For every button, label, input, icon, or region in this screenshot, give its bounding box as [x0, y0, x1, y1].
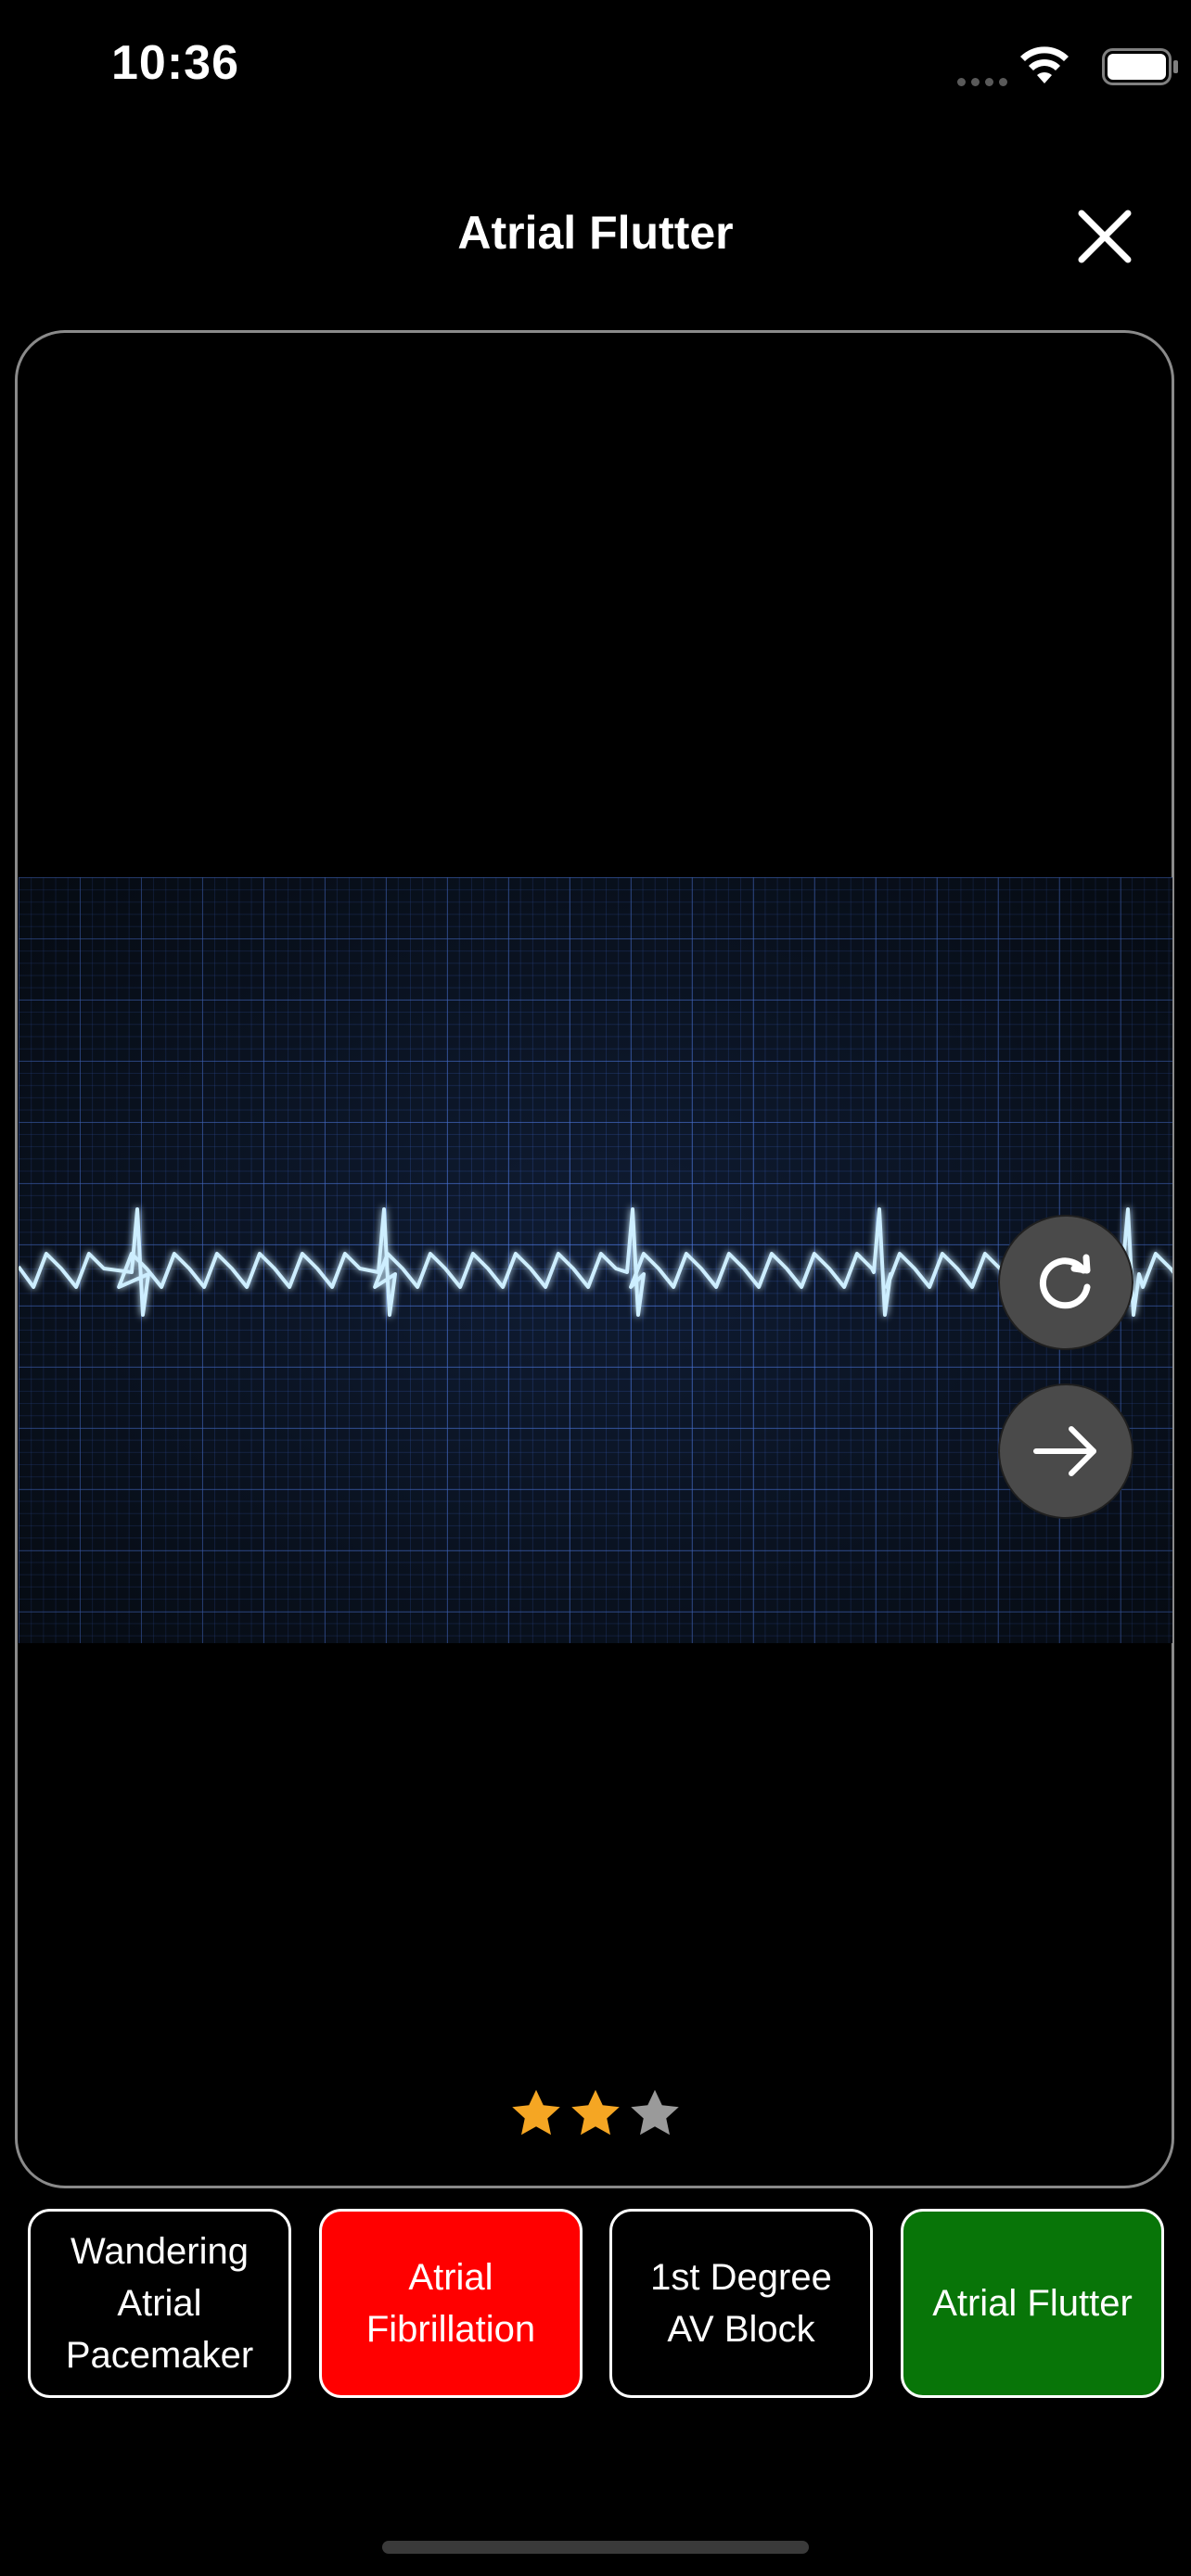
choice-wandering-atrial-pacemaker[interactable]: Wandering Atrial Pacemaker: [28, 2209, 291, 2398]
choice-label: Atrial Flutter: [932, 2283, 1133, 2324]
next-button[interactable]: [998, 1384, 1133, 1519]
home-indicator[interactable]: [382, 2541, 809, 2554]
cellular-signal-icon: [957, 74, 1013, 86]
replay-icon: [1039, 1254, 1091, 1309]
choice-label: Wandering Atrial Pacemaker: [65, 2231, 254, 2376]
arrow-right-icon: [1033, 1426, 1096, 1476]
battery-icon: [1102, 48, 1178, 85]
difficulty-rating: [508, 2086, 683, 2142]
ecg-trace: [19, 1207, 1172, 1317]
status-time: 10:36: [111, 36, 239, 90]
wifi-icon: [1020, 46, 1069, 83]
choice-label: 1st Degree AV Block: [650, 2257, 832, 2350]
star-icon: [631, 2089, 679, 2136]
choice-atrial-fibrillation[interactable]: Atrial Fibrillation: [319, 2209, 583, 2398]
star-icon: [512, 2089, 560, 2136]
star-icon: [571, 2089, 620, 2136]
ecg-strip: [19, 877, 1172, 1643]
close-icon: [1078, 210, 1132, 263]
page-title: Atrial Flutter: [457, 207, 734, 259]
close-button[interactable]: [1074, 206, 1135, 267]
choice-atrial-flutter[interactable]: Atrial Flutter: [901, 2209, 1164, 2398]
choice-1st-degree-av-block[interactable]: 1st Degree AV Block: [609, 2209, 873, 2398]
choice-label: Atrial Fibrillation: [365, 2257, 536, 2350]
replay-button[interactable]: [998, 1215, 1133, 1350]
